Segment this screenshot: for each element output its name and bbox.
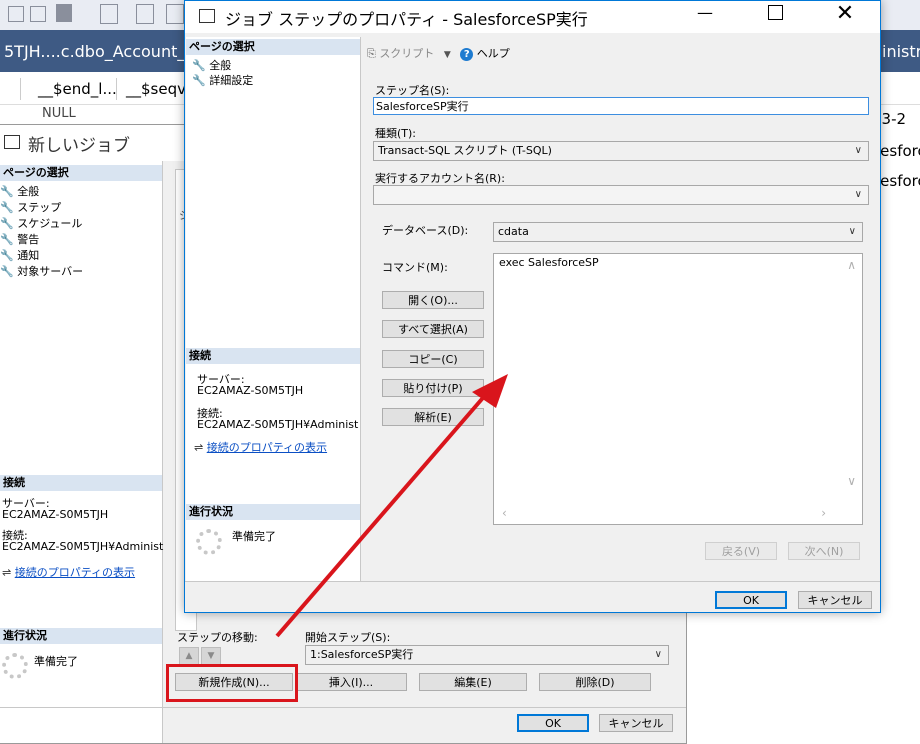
- annotation-arrow: [275, 374, 508, 638]
- arrow-shaft: [275, 390, 490, 638]
